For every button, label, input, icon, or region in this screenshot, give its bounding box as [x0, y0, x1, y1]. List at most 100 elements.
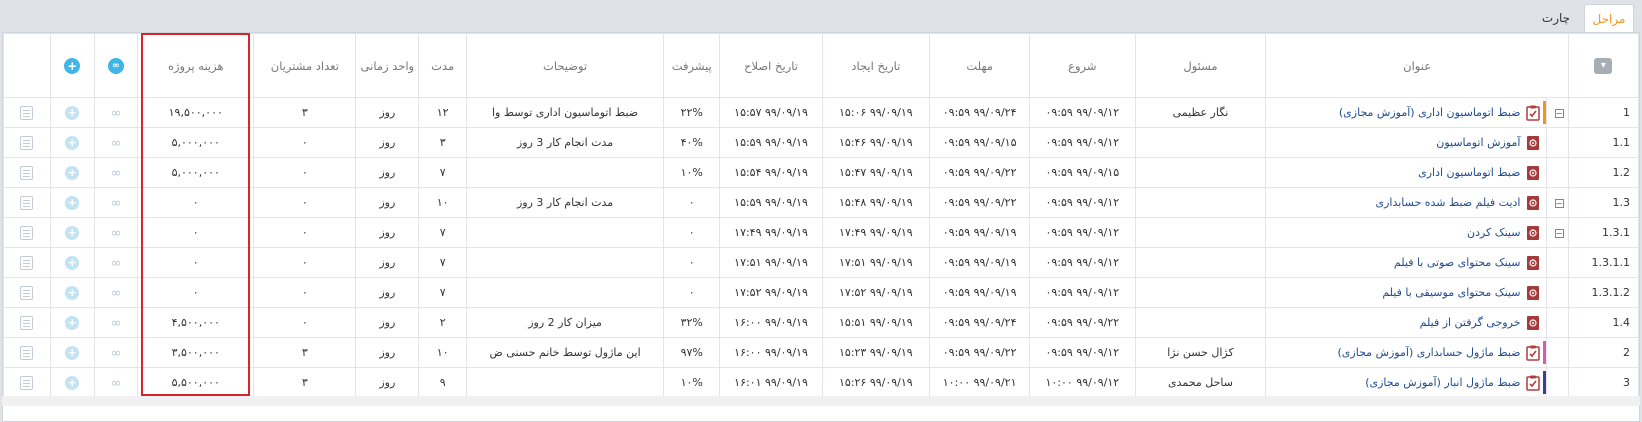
row-title-cell[interactable]: سینک محتوای صوتی با فیلم [1265, 247, 1548, 278]
row-link-icon[interactable]: ∞ [109, 286, 123, 301]
row-title[interactable]: ادیت فیلم ضبط شده حسابداری [1375, 196, 1520, 209]
row-doc-cell[interactable] [3, 127, 51, 158]
collapse-toggle-icon[interactable]: − [1554, 108, 1564, 118]
row-document-icon[interactable] [20, 195, 34, 210]
row-title-cell[interactable]: سینک کردن [1265, 217, 1548, 248]
row-doc-cell[interactable] [3, 247, 51, 278]
row-add-cell[interactable]: + [49, 217, 95, 248]
row-add-icon[interactable]: + [65, 105, 80, 120]
row-add-icon[interactable]: + [65, 225, 80, 240]
row-doc-cell[interactable] [3, 187, 51, 218]
row-add-cell[interactable]: + [49, 337, 95, 368]
row-title[interactable]: سینک محتوای موسیقی با فیلم [1382, 286, 1520, 299]
row-link-icon[interactable]: ∞ [109, 136, 123, 151]
table-row[interactable]: 1.3.1.2 سینک محتوای موسیقی با فیلم ۹۹/۰۹/۱… [3, 277, 1639, 308]
created-header[interactable]: تاریخ ایجاد [821, 33, 931, 98]
row-doc-cell[interactable] [3, 217, 51, 248]
row-add-icon[interactable]: + [65, 285, 80, 300]
modified-header[interactable]: تاریخ اصلاح [719, 33, 823, 98]
row-document-icon[interactable] [20, 225, 34, 240]
column-menu-header[interactable]: ▾ [1567, 33, 1639, 98]
row-add-icon[interactable]: + [65, 375, 80, 390]
row-document-icon[interactable] [20, 105, 34, 120]
owner-header[interactable]: مسئول [1134, 33, 1267, 98]
row-link-cell[interactable]: ∞ [93, 307, 139, 338]
row-doc-cell[interactable] [3, 97, 51, 128]
add-header[interactable]: + [49, 33, 95, 98]
row-title[interactable]: ضبط اتوماسیون اداری [1418, 166, 1520, 179]
row-link-icon[interactable]: ∞ [109, 346, 123, 361]
row-title[interactable]: ضبط ماژول انبار (آموزش مجازی) [1365, 376, 1520, 389]
table-row[interactable]: 1− ضبط اتوماسیون اداری (آموزش مجازی) نگار … [3, 97, 1639, 128]
row-title-cell[interactable]: سینک محتوای موسیقی با فیلم [1265, 277, 1548, 308]
row-title-cell[interactable]: ضبط ماژول حسابداری (آموزش مجازی) [1265, 337, 1548, 368]
row-add-cell[interactable]: + [49, 367, 95, 398]
duration-header[interactable]: مدت [418, 33, 468, 98]
table-row[interactable]: 1.4 خروجی گرفتن از فیلم ۹۹/۰۹/۲۲ ۰۹:۵۹ ۹۹/۰… [3, 307, 1639, 338]
row-link-cell[interactable]: ∞ [93, 127, 139, 158]
row-title-cell[interactable]: ضبط ماژول انبار (آموزش مجازی) [1265, 367, 1548, 398]
row-link-cell[interactable]: ∞ [93, 367, 139, 398]
progress-header[interactable]: پیشرفت [663, 33, 721, 98]
row-toggle-cell[interactable] [1546, 367, 1569, 398]
row-title[interactable]: خروجی گرفتن از فیلم [1420, 316, 1521, 329]
table-row[interactable]: 2 ضبط ماژول حسابداری (آموزش مجازی) کژال حس… [3, 337, 1639, 368]
row-add-cell[interactable]: + [49, 247, 95, 278]
row-document-icon[interactable] [20, 315, 34, 330]
row-toggle-cell[interactable] [1546, 337, 1569, 368]
start-header[interactable]: شروع [1029, 33, 1136, 98]
row-title-cell[interactable]: آموزش اتوماسیون [1265, 127, 1548, 158]
row-link-cell[interactable]: ∞ [93, 217, 139, 248]
row-title-cell[interactable]: ادیت فیلم ضبط شده حسابداری [1265, 187, 1548, 218]
add-icon[interactable]: + [64, 57, 81, 74]
row-add-icon[interactable]: + [65, 315, 80, 330]
row-title-cell[interactable]: خروجی گرفتن از فیلم [1265, 307, 1548, 338]
description-header[interactable]: توضیحات [466, 33, 665, 98]
row-toggle-cell[interactable]: − [1546, 217, 1569, 248]
row-doc-cell[interactable] [3, 307, 51, 338]
row-link-cell[interactable]: ∞ [93, 277, 139, 308]
title-header[interactable]: عنوان [1265, 33, 1569, 98]
deadline-header[interactable]: مهلت [929, 33, 1031, 98]
row-document-icon[interactable] [20, 135, 34, 150]
row-add-icon[interactable]: + [65, 135, 80, 150]
row-link-icon[interactable]: ∞ [109, 166, 123, 181]
table-row[interactable]: 3 ضبط ماژول انبار (آموزش مجازی) ساحل محمدی… [3, 367, 1639, 398]
row-add-icon[interactable]: + [65, 195, 80, 210]
collapse-toggle-icon[interactable]: − [1554, 198, 1564, 208]
row-link-cell[interactable]: ∞ [93, 97, 139, 128]
row-link-icon[interactable]: ∞ [109, 106, 123, 121]
horizontal-scrollbar[interactable] [2, 396, 1640, 406]
row-title[interactable]: آموزش اتوماسیون [1436, 136, 1520, 149]
row-add-cell[interactable]: + [49, 127, 95, 158]
row-title[interactable]: سینک کردن [1467, 226, 1520, 239]
table-row[interactable]: 1.3− ادیت فیلم ضبط شده حسابداری ۹۹/۰۹/۱۲ ۰… [3, 187, 1639, 218]
row-document-icon[interactable] [20, 285, 34, 300]
row-title-cell[interactable]: ضبط اتوماسیون اداری (آموزش مجازی) [1265, 97, 1548, 128]
row-add-icon[interactable]: + [65, 345, 80, 360]
tab-chart[interactable]: چارت [1530, 4, 1582, 32]
row-add-icon[interactable]: + [65, 165, 80, 180]
table-row[interactable]: 1.2 ضبط اتوماسیون اداری ۹۹/۰۹/۱۵ ۰۹:۵۹ ۹۹/۰… [3, 157, 1639, 188]
row-toggle-cell[interactable] [1546, 307, 1569, 338]
row-link-cell[interactable]: ∞ [93, 247, 139, 278]
row-add-cell[interactable]: + [49, 307, 95, 338]
row-toggle-cell[interactable] [1546, 247, 1569, 278]
row-add-cell[interactable]: + [49, 97, 95, 128]
row-toggle-cell[interactable]: − [1546, 97, 1569, 128]
link-icon[interactable]: ∞ [107, 58, 124, 74]
row-toggle-cell[interactable] [1546, 127, 1569, 158]
row-link-icon[interactable]: ∞ [109, 256, 123, 271]
row-doc-cell[interactable] [3, 277, 51, 308]
row-add-cell[interactable]: + [49, 187, 95, 218]
row-title[interactable]: ضبط ماژول حسابداری (آموزش مجازی) [1338, 346, 1521, 359]
row-link-icon[interactable]: ∞ [109, 226, 123, 241]
customers-header[interactable]: تعداد مشتریان [253, 33, 357, 98]
row-link-icon[interactable]: ∞ [109, 376, 123, 391]
row-document-icon[interactable] [20, 375, 34, 390]
row-link-cell[interactable]: ∞ [93, 157, 139, 188]
row-link-icon[interactable]: ∞ [109, 316, 123, 331]
row-link-icon[interactable]: ∞ [109, 196, 123, 211]
row-toggle-cell[interactable] [1546, 277, 1569, 308]
column-menu-icon[interactable]: ▾ [1594, 58, 1613, 74]
